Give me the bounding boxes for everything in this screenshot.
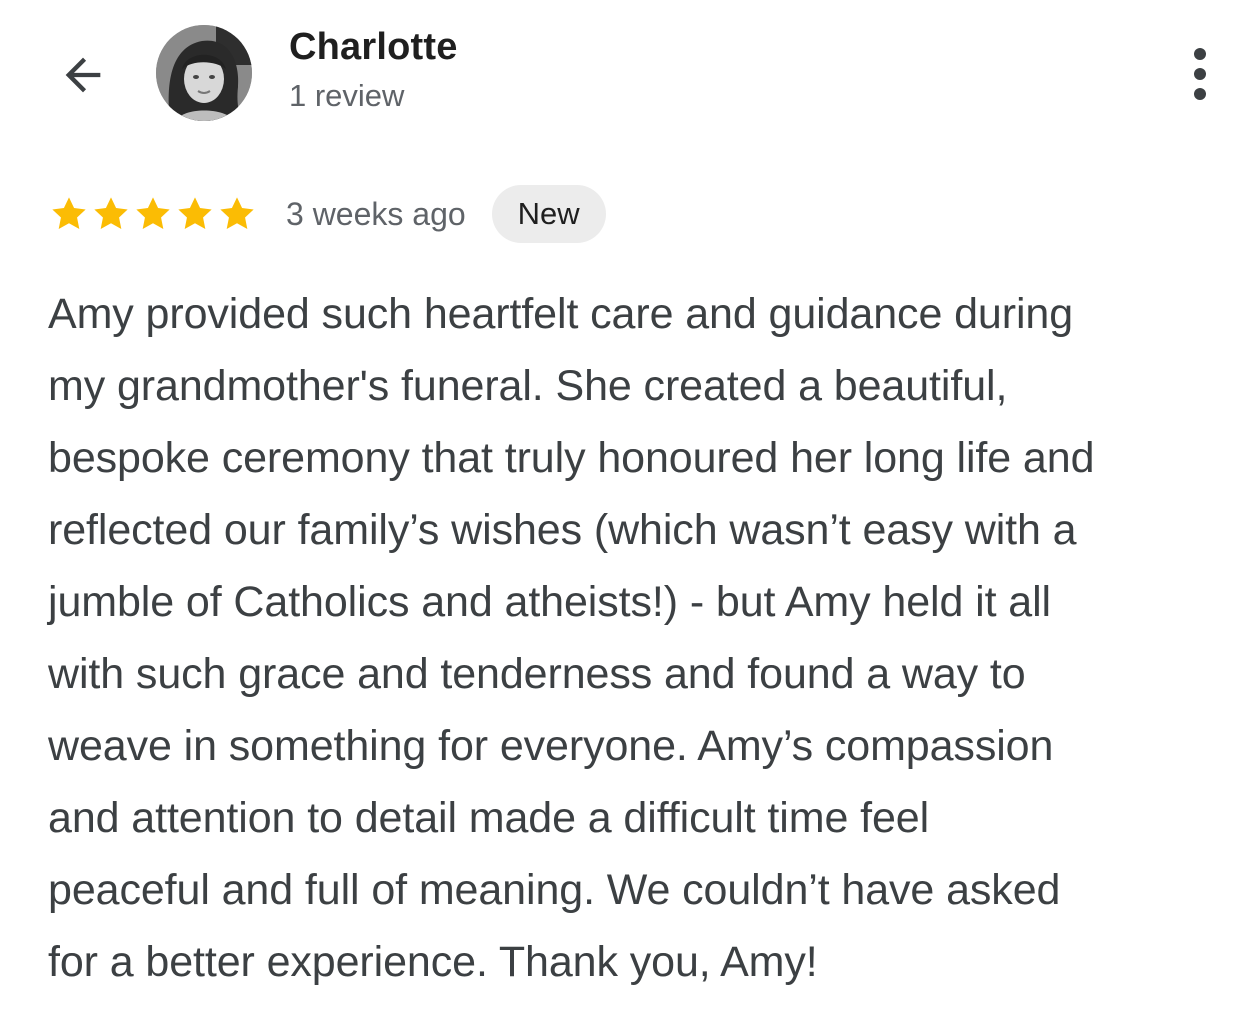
review-text-line: jumble of Catholics and atheists!) - but… [48, 578, 1051, 626]
review-text-line: for a better experience. Thank you, Amy! [48, 938, 818, 986]
star-icon [52, 197, 86, 230]
star-icon [220, 197, 254, 230]
star-icon [178, 197, 212, 230]
review-text-line: my grandmother's funeral. She created a … [48, 362, 1008, 410]
more-vert-icon-dot [1194, 88, 1206, 100]
review-text-line: peaceful and full of meaning. We couldn’… [48, 866, 1061, 914]
star-rating [48, 193, 258, 235]
review-text-line: reflected our family’s wishes (which was… [48, 506, 1077, 554]
avatar-photo [156, 25, 252, 121]
review-time: 3 weeks ago [286, 195, 466, 232]
new-badge: New [491, 185, 606, 243]
star-icon [94, 197, 128, 230]
review-text-line: with such grace and tenderness and found… [48, 650, 1026, 698]
review-count[interactable]: 1 review [289, 78, 404, 114]
star-icon [136, 197, 170, 230]
back-button[interactable] [50, 42, 116, 108]
review-text: Amy provided such heartfelt care and gui… [48, 278, 1243, 998]
review-text-line: and attention to detail made a difficult… [48, 794, 930, 842]
review-text-line: bespoke ceremony that truly honoured her… [48, 434, 1095, 482]
more-options-button[interactable] [1172, 38, 1228, 110]
review-meta: 3 weeks ago New [48, 184, 606, 244]
review-header: Charlotte 1 review [0, 0, 1257, 150]
review-text-line: weave in something for everyone. Amy’s c… [48, 722, 1054, 770]
reviewer-name[interactable]: Charlotte [289, 26, 458, 69]
arrow-back-icon [65, 57, 101, 93]
more-vert-icon [1194, 48, 1206, 60]
more-vert-icon-dot [1194, 68, 1206, 80]
avatar[interactable] [156, 25, 252, 121]
review-text-line: Amy provided such heartfelt care and gui… [48, 290, 1074, 338]
